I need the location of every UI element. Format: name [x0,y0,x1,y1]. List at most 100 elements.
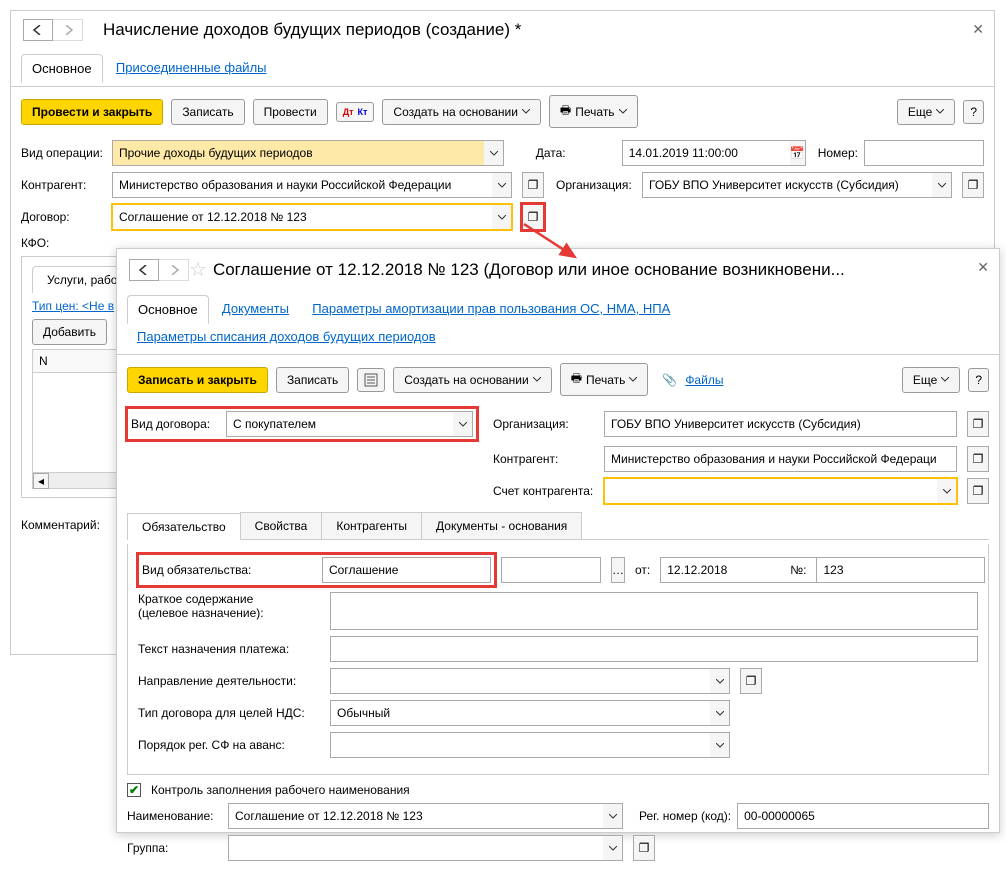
more-button[interactable]: Еще [902,367,960,393]
tab-documents[interactable]: Документы [212,295,299,322]
dropdown-button[interactable] [932,172,952,198]
tab-amortization[interactable]: Параметры амортизации прав пользования О… [302,295,680,322]
save-button[interactable]: Записать [171,99,244,125]
open-button[interactable]: ❐ [967,478,989,504]
label: Вид операции: [21,146,106,160]
close-icon[interactable]: ✕ [977,259,989,276]
contract-field[interactable] [112,204,492,230]
payment-purpose-field[interactable] [330,636,978,662]
list-button[interactable] [357,368,385,392]
dropdown-button[interactable] [710,732,730,758]
label: Направление деятельности: [138,674,324,688]
nav-forward-button[interactable] [159,259,189,281]
close-icon[interactable]: ✕ [972,21,984,38]
label: Контрагент: [493,452,598,466]
open-button[interactable]: ❐ [962,172,984,198]
create-based-on-button[interactable]: Создать на основании [382,99,541,125]
dropdown-button[interactable] [603,803,623,829]
tab-attached-files[interactable]: Присоединенные файлы [106,54,277,81]
subtab-obligation[interactable]: Обязательство [127,513,241,540]
reg-number-field[interactable] [737,803,989,829]
organization-field[interactable] [604,411,957,437]
group-field[interactable] [228,835,603,861]
organization-field[interactable] [642,172,932,198]
save-button[interactable]: Записать [276,367,349,393]
favorite-icon[interactable]: ☆ [189,257,207,282]
name-field[interactable] [228,803,603,829]
add-button[interactable]: Добавить [32,319,107,345]
label: Краткое содержание [138,592,253,606]
label: Контрагент: [21,178,106,192]
printer-icon: 🖶 [560,101,571,122]
open-button[interactable]: ❐ [967,411,989,437]
label: Дата: [536,146,616,160]
create-based-on-button[interactable]: Создать на основании [393,367,552,393]
tab-main[interactable]: Основное [21,54,103,83]
open-button[interactable]: ❐ [522,172,544,198]
vat-type-field[interactable] [330,700,710,726]
open-contract-button[interactable]: ❐ [522,204,544,230]
subtab-counterparties[interactable]: Контрагенты [321,512,422,539]
advance-order-field[interactable] [330,732,710,758]
picker-button[interactable]: … [611,557,625,583]
help-button[interactable]: ? [963,100,984,124]
label: Договор: [21,210,106,224]
summary-field[interactable] [330,592,978,630]
activity-direction-field[interactable] [330,668,710,694]
counterparty-field[interactable] [604,446,957,472]
nav-back-button[interactable] [23,19,53,41]
number-field[interactable] [864,140,984,166]
dropdown-button[interactable] [492,172,512,198]
help-button[interactable]: ? [968,368,989,392]
open-button[interactable]: ❐ [967,446,989,472]
counterparty-account-field[interactable] [604,478,937,504]
name-control-checkbox[interactable]: ✔ [127,783,141,797]
dt-kt-button[interactable]: ДтКт [336,102,375,122]
print-button[interactable]: 🖶 Печать [549,95,638,128]
obligation-code-field[interactable] [501,557,601,583]
label: Счет контрагента: [493,484,598,498]
label: Порядок рег. СФ на аванс: [138,738,324,752]
open-button[interactable]: ❐ [633,835,655,861]
price-type-link[interactable]: Тип цен: <Не в [32,299,114,313]
files-link[interactable]: Файлы [685,373,723,387]
label: Тип договора для целей НДС: [138,706,324,720]
label: КФО: [21,236,106,250]
print-button[interactable]: 🖶 Печать [560,363,649,396]
post-button[interactable]: Провести [253,99,328,125]
more-button[interactable]: Еще [897,99,955,125]
date-field[interactable] [622,140,790,166]
dropdown-button[interactable] [710,668,730,694]
label: Контроль заполнения рабочего наименовани… [151,783,410,797]
label: Наименование: [127,809,222,823]
open-button[interactable]: ❐ [740,668,762,694]
obligation-type-field[interactable] [322,557,491,583]
subtab-properties[interactable]: Свойства [240,512,323,539]
subtab-basis-docs[interactable]: Документы - основания [421,512,582,539]
window-title: Начисление доходов будущих периодов (соз… [103,20,521,40]
calendar-icon[interactable]: 📅 [790,140,806,166]
label: Комментарий: [21,518,106,532]
nav-forward-button[interactable] [53,19,83,41]
contract-type-field[interactable] [226,411,453,437]
label: №: [790,563,806,577]
save-and-close-button[interactable]: Записать и закрыть [127,367,268,393]
contract-number-field[interactable] [816,557,985,583]
dropdown-button[interactable] [710,700,730,726]
dropdown-button[interactable] [453,411,473,437]
tab-main[interactable]: Основное [127,295,209,324]
counterparty-field[interactable] [112,172,492,198]
post-and-close-button[interactable]: Провести и закрыть [21,99,163,125]
operation-type-field[interactable] [112,140,484,166]
label: от: [635,563,650,577]
label: Организация: [493,417,598,431]
dropdown-button[interactable] [492,204,512,230]
label: Вид обязательства: [142,563,322,577]
nav-back-button[interactable] [129,259,159,281]
label: Текст назначения платежа: [138,642,324,656]
dropdown-button[interactable] [603,835,623,861]
dropdown-button[interactable] [484,140,504,166]
tab-writeoff[interactable]: Параметры списания доходов будущих перио… [127,323,446,350]
label: (целевое назначение): [138,606,264,620]
dropdown-button[interactable] [937,478,957,504]
